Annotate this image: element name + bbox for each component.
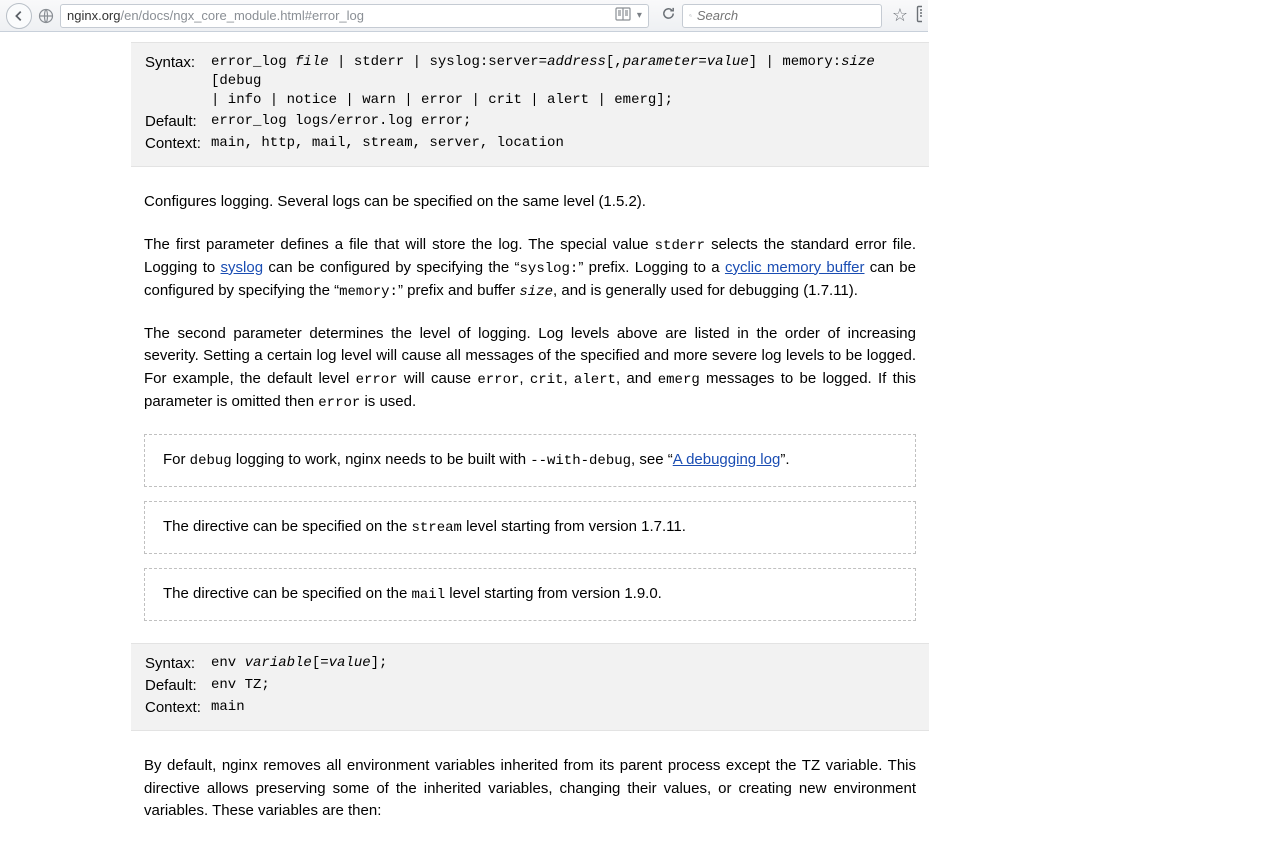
paragraph-first-param: The first parameter defines a file that …	[144, 234, 916, 303]
url-bar[interactable]: nginx.org/en/docs/ngx_core_module.html#e…	[60, 4, 649, 28]
note-mail-level: The directive can be specified on the ma…	[144, 568, 916, 621]
link-syslog[interactable]: syslog	[221, 259, 264, 276]
url-domain: nginx.org	[67, 8, 120, 23]
reload-button[interactable]	[655, 6, 682, 25]
default-value: env TZ;	[211, 676, 915, 696]
link-cyclic-memory-buffer[interactable]: cyclic memory buffer	[725, 259, 865, 276]
note-stream-level: The directive can be specified on the st…	[144, 501, 916, 554]
site-globe-icon	[38, 8, 54, 24]
back-button[interactable]	[6, 3, 32, 29]
link-debugging-log[interactable]: A debugging log	[673, 451, 781, 468]
dropdown-icon[interactable]: ▾	[637, 10, 642, 21]
syntax-value: error_log file | stderr | syslog:server=…	[211, 53, 915, 110]
directive-box-env: Syntax: env variable[=value]; Default: e…	[131, 643, 929, 732]
bookmark-star-icon[interactable]: ☆	[888, 5, 912, 26]
url-path: /en/docs/ngx_core_module.html#error_log	[120, 8, 364, 23]
page-content: Syntax: error_log file | stderr | syslog…	[0, 42, 928, 823]
paragraph-second-param: The second parameter determines the leve…	[144, 323, 916, 414]
default-label: Default:	[145, 676, 211, 696]
syntax-label: Syntax:	[145, 53, 211, 110]
context-value: main, http, mail, stream, server, locati…	[211, 134, 915, 154]
default-label: Default:	[145, 112, 211, 132]
syntax-value: env variable[=value];	[211, 654, 915, 674]
search-input[interactable]	[697, 8, 875, 23]
back-arrow-icon	[12, 9, 26, 23]
reader-mode-icon[interactable]	[615, 7, 631, 24]
bookmarks-menu-icon[interactable]	[912, 5, 922, 26]
search-bar[interactable]	[682, 4, 882, 28]
context-value: main	[211, 698, 915, 718]
default-value: error_log logs/error.log error;	[211, 112, 915, 132]
paragraph-env-intro: By default, nginx removes all environmen…	[144, 755, 916, 823]
context-label: Context:	[145, 698, 211, 718]
directive-box-error-log: Syntax: error_log file | stderr | syslog…	[131, 42, 929, 167]
context-label: Context:	[145, 134, 211, 154]
search-icon	[689, 9, 692, 22]
syntax-label: Syntax:	[145, 654, 211, 674]
paragraph-intro: Configures logging. Several logs can be …	[144, 191, 916, 214]
browser-toolbar: nginx.org/en/docs/ngx_core_module.html#e…	[0, 0, 928, 32]
note-debug-build: For debug logging to work, nginx needs t…	[144, 434, 916, 487]
